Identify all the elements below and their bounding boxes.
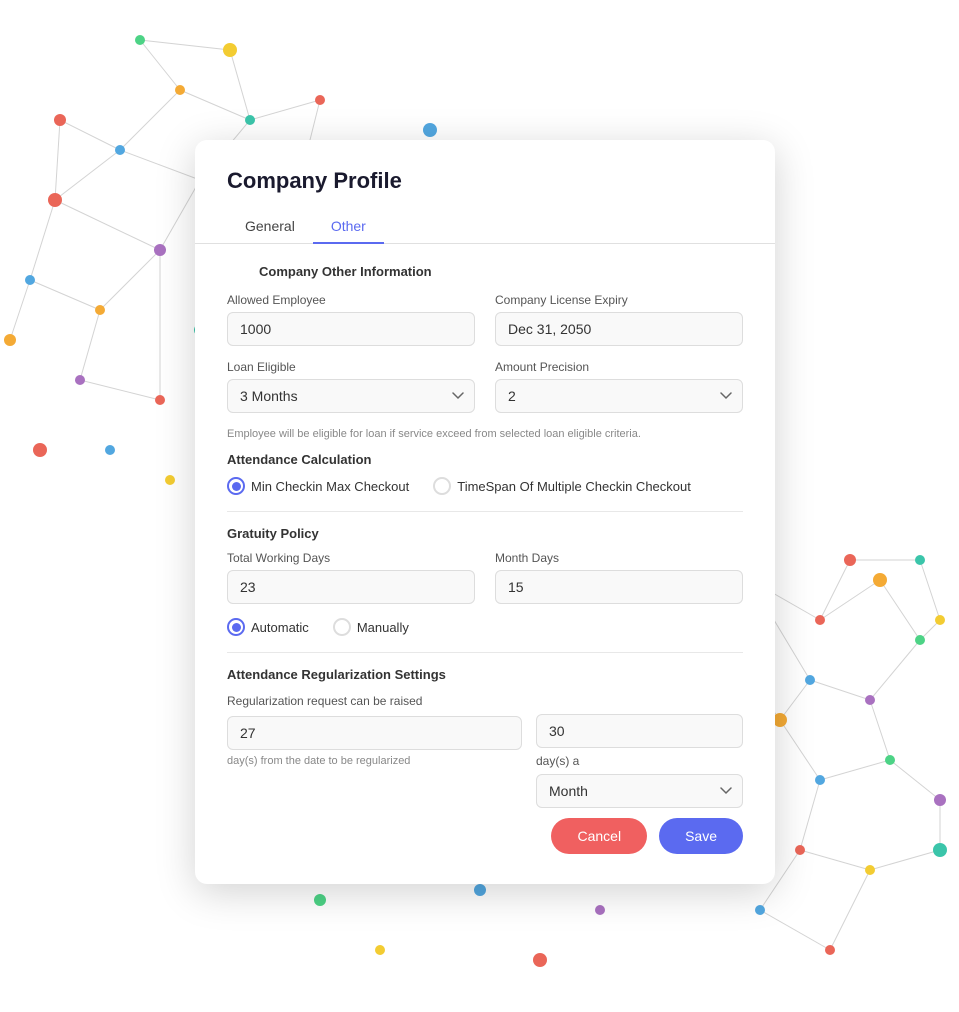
company-profile-dialog: Company Profile General Other Company Ot…: [195, 140, 775, 884]
radio-automatic[interactable]: Automatic: [227, 618, 309, 636]
field-allowed-employee: Allowed Employee: [227, 293, 475, 346]
reg-left-section: Regularization request can be raised day…: [227, 692, 522, 779]
tab-bar: General Other: [195, 210, 775, 244]
tab-other[interactable]: Other: [313, 210, 384, 244]
radio-manually[interactable]: Manually: [333, 618, 409, 636]
tab-general[interactable]: General: [227, 210, 313, 244]
field-loan-eligible: Loan Eligible 3 Months 6 Months 12 Month…: [227, 360, 475, 413]
radio-circle-manually: [333, 618, 351, 636]
gratuity-radio-group: Automatic Manually: [227, 618, 743, 636]
radio-label-automatic: Automatic: [251, 620, 309, 635]
label-month-days: Month Days: [495, 551, 743, 565]
select-loan-eligible[interactable]: 3 Months 6 Months 12 Months: [227, 379, 475, 413]
input-license-expiry[interactable]: [495, 312, 743, 346]
label-total-working-days: Total Working Days: [227, 551, 475, 565]
gratuity-title: Gratuity Policy: [227, 526, 743, 541]
save-button[interactable]: Save: [659, 818, 743, 854]
dialog-title: Company Profile: [195, 140, 775, 210]
regularization-title: Attendance Regularization Settings: [227, 667, 743, 682]
field-total-working-days: Total Working Days: [227, 551, 475, 604]
divider-1: [227, 511, 743, 512]
radio-label-manually: Manually: [357, 620, 409, 635]
label-loan-eligible: Loan Eligible: [227, 360, 475, 374]
input-month-days[interactable]: [495, 570, 743, 604]
input-allowed-employee[interactable]: [227, 312, 475, 346]
radio-label-timespan: TimeSpan Of Multiple Checkin Checkout: [457, 479, 691, 494]
label-allowed-employee: Allowed Employee: [227, 293, 475, 307]
loan-hint-text: Employee will be eligible for loan if se…: [227, 427, 743, 442]
divider-2: [227, 652, 743, 653]
form-body: Company Other Information Allowed Employ…: [195, 264, 775, 808]
radio-label-min-checkin: Min Checkin Max Checkout: [251, 479, 409, 494]
section-title: Company Other Information: [227, 264, 743, 279]
row-gratuity-fields: Total Working Days Month Days: [227, 551, 743, 604]
radio-min-checkin[interactable]: Min Checkin Max Checkout: [227, 477, 409, 495]
attendance-calc-title: Attendance Calculation: [227, 452, 743, 467]
days-a-label: day(s) a: [536, 754, 743, 768]
radio-circle-automatic: [227, 618, 245, 636]
select-amount-precision[interactable]: 1 2 3 4: [495, 379, 743, 413]
field-license-expiry: Company License Expiry: [495, 293, 743, 346]
label-regularization: Regularization request can be raised: [227, 694, 422, 708]
input-reg-days[interactable]: [227, 716, 522, 750]
label-amount-precision: Amount Precision: [495, 360, 743, 374]
regularization-row: Regularization request can be raised day…: [227, 692, 743, 808]
label-license-expiry: Company License Expiry: [495, 293, 743, 307]
radio-timespan[interactable]: TimeSpan Of Multiple Checkin Checkout: [433, 477, 691, 495]
footer-buttons: Cancel Save: [195, 808, 775, 854]
row-employee-license: Allowed Employee Company License Expiry: [227, 293, 743, 346]
reg-days-from-label: day(s) from the date to be regularized: [227, 754, 522, 769]
input-period-days[interactable]: [536, 714, 743, 748]
field-amount-precision: Amount Precision 1 2 3 4: [495, 360, 743, 413]
reg-right-section: day(s) a Month Week Year: [536, 692, 743, 808]
select-period[interactable]: Month Week Year: [536, 774, 743, 808]
cancel-button[interactable]: Cancel: [551, 818, 647, 854]
radio-circle-timespan: [433, 477, 451, 495]
input-total-working-days[interactable]: [227, 570, 475, 604]
radio-circle-min-checkin: [227, 477, 245, 495]
field-month-days: Month Days: [495, 551, 743, 604]
attendance-radio-group: Min Checkin Max Checkout TimeSpan Of Mul…: [227, 477, 743, 495]
row-loan-precision: Loan Eligible 3 Months 6 Months 12 Month…: [227, 360, 743, 413]
